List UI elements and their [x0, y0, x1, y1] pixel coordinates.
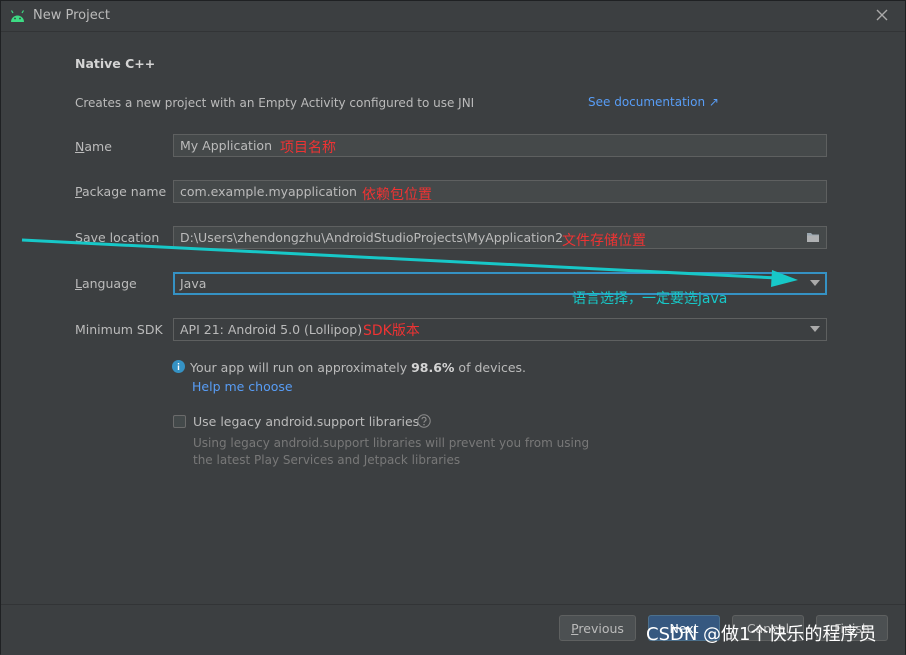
chevron-down-icon: [810, 326, 820, 332]
new-project-dialog: New Project Native C++ Creates a new pro…: [0, 0, 906, 655]
save-location-label-rest: ave location: [82, 230, 160, 245]
save-location-input[interactable]: D:\Users\zhendongzhu\AndroidStudioProjec…: [173, 226, 827, 249]
annotation-language: 语言选择，一定要选java: [572, 291, 728, 307]
language-label-rest: anguage: [81, 276, 137, 291]
minimum-sdk-value: API 21: Android 5.0 (Lollipop): [180, 322, 363, 337]
legacy-note-line1: Using legacy android.support libraries w…: [193, 436, 590, 450]
annotation-save-location: 文件存储位置: [562, 233, 646, 249]
android-icon: [10, 10, 25, 22]
coverage-percent: 98.6%: [411, 360, 455, 375]
package-name-value: com.example.myapplication: [180, 184, 357, 199]
question-help-icon[interactable]: [417, 414, 431, 428]
csdn-watermark: CSDN @做1个快乐的程序员: [646, 624, 877, 645]
name-label: Name: [75, 139, 112, 154]
package-name-label: Package name: [75, 184, 166, 199]
package-label-rest: ackage name: [81, 184, 167, 199]
minimum-sdk-label: Minimum SDK: [75, 322, 163, 337]
legacy-note-line2: the latest Play Services and Jetpack lib…: [193, 453, 461, 467]
coverage-suffix: of devices.: [454, 360, 526, 375]
help-me-choose-link[interactable]: Help me choose: [192, 379, 293, 394]
legacy-support-checkbox[interactable]: [173, 415, 186, 428]
close-icon[interactable]: [875, 8, 889, 22]
previous-button[interactable]: Previous: [559, 615, 636, 641]
coverage-prefix: Your app will run on approximately: [190, 360, 412, 375]
annotation-min-sdk: SDK版本: [363, 323, 420, 339]
save-location-value: D:\Users\zhendongzhu\AndroidStudioProjec…: [180, 230, 564, 245]
package-name-input[interactable]: com.example.myapplication: [173, 180, 827, 203]
package-label-mnemonic: P: [75, 184, 82, 199]
window-title: New Project: [33, 8, 110, 23]
annotation-package: 依赖包位置: [362, 187, 432, 203]
legacy-support-label[interactable]: Use legacy android.support libraries: [193, 414, 419, 429]
title-bar: New Project: [1, 1, 905, 32]
template-description: Creates a new project with an Empty Acti…: [75, 96, 475, 110]
device-coverage-text: Your app will run on approximately 98.6%…: [190, 360, 526, 375]
annotation-name: 项目名称: [280, 140, 336, 156]
name-value: My Application: [180, 138, 272, 153]
name-label-mnemonic: N: [75, 139, 85, 154]
language-label: Language: [75, 276, 137, 291]
previous-label-rest: revious: [578, 621, 624, 636]
save-location-label: Save location: [75, 230, 159, 245]
chevron-down-icon: [810, 280, 820, 286]
language-value: Java: [180, 276, 207, 291]
folder-icon[interactable]: [806, 231, 820, 243]
language-label-mnemonic: L: [75, 276, 82, 291]
language-select[interactable]: Java: [173, 272, 827, 295]
name-label-rest: ame: [84, 139, 112, 154]
template-heading: Native C++: [75, 56, 156, 71]
save-location-label-mnemonic: S: [75, 230, 83, 245]
see-documentation-link[interactable]: See documentation ↗: [588, 95, 719, 109]
minimum-sdk-select[interactable]: API 21: Android 5.0 (Lollipop): [173, 318, 827, 341]
name-input[interactable]: My Application: [173, 134, 827, 157]
info-icon: [172, 360, 185, 373]
